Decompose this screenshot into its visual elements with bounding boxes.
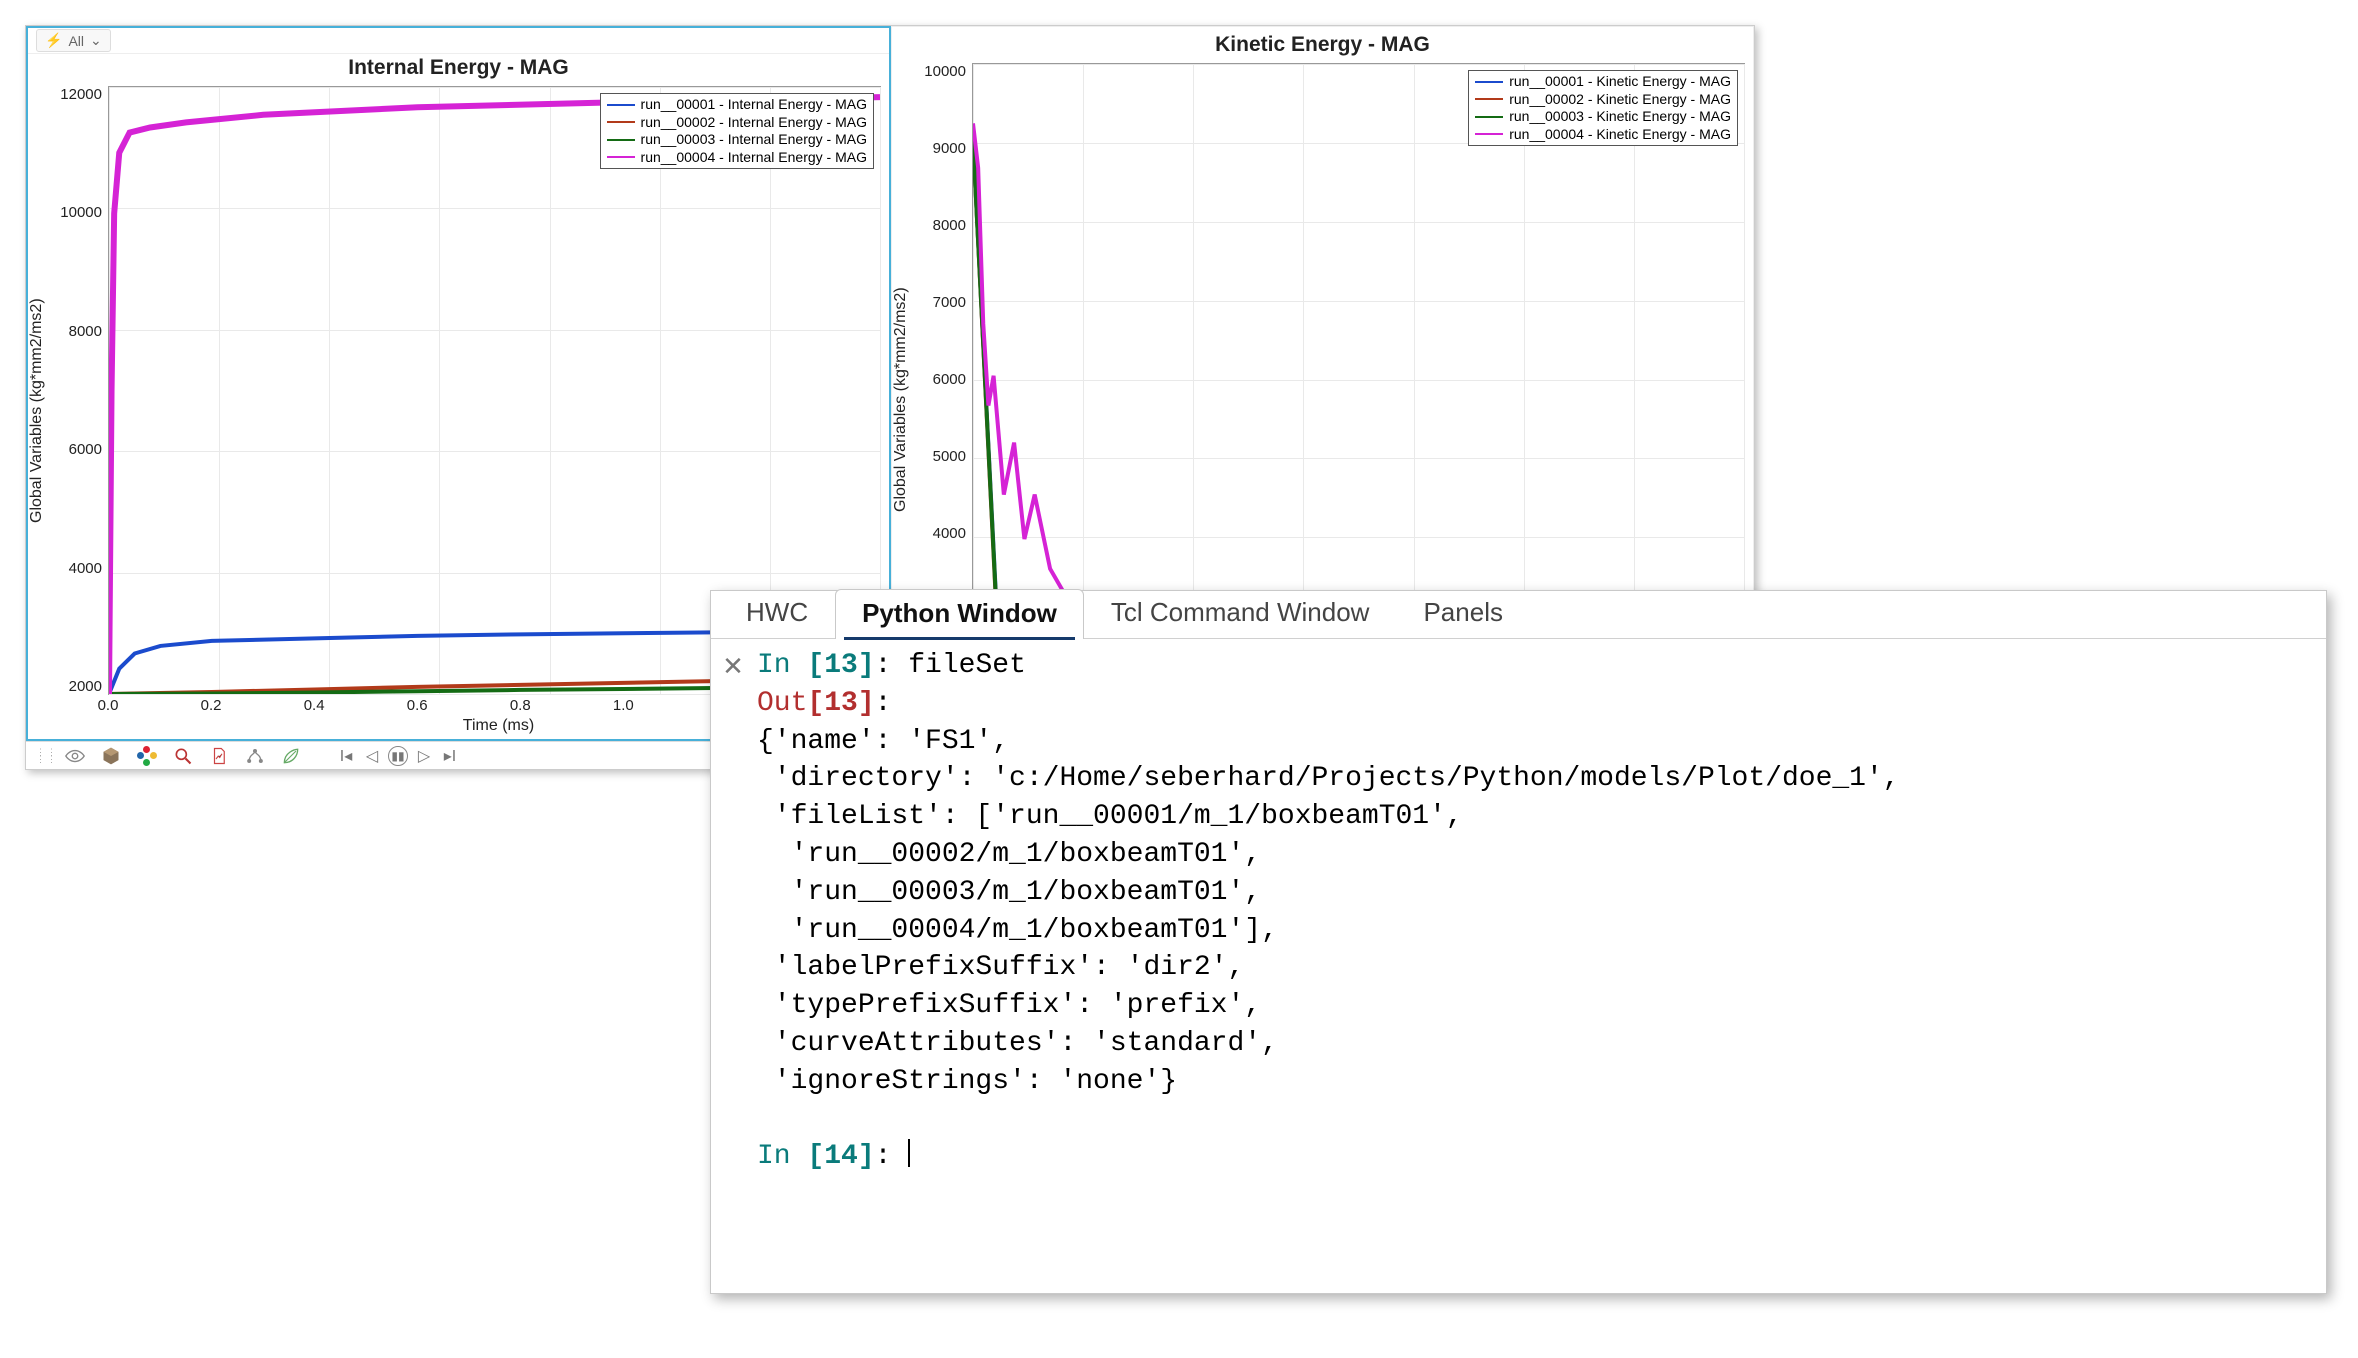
lightning-icon: ⚡ bbox=[45, 32, 62, 49]
legend: run__00001 - Internal Energy - MAGrun__0… bbox=[600, 93, 874, 169]
leaf-icon[interactable] bbox=[280, 745, 302, 767]
select-all-label: All bbox=[68, 33, 84, 49]
legend-item[interactable]: run__00001 - Kinetic Energy - MAG bbox=[1475, 73, 1731, 91]
chart-selector-bar: ⚡ All ⌄ bbox=[28, 28, 889, 54]
chevron-down-icon: ⌄ bbox=[90, 32, 102, 49]
cube-icon[interactable] bbox=[100, 745, 122, 767]
next-frame-button[interactable]: ▷ bbox=[414, 746, 434, 766]
legend-item[interactable]: run__00002 - Kinetic Energy - MAG bbox=[1475, 91, 1731, 109]
legend: run__00001 - Kinetic Energy - MAGrun__00… bbox=[1468, 70, 1738, 146]
branch-icon[interactable] bbox=[244, 745, 266, 767]
tab-hwc[interactable]: HWC bbox=[719, 588, 835, 638]
tab-python-window[interactable]: Python Window bbox=[835, 589, 1084, 639]
console-window: HWC Python Window Tcl Command Window Pan… bbox=[710, 590, 2327, 1294]
visibility-icon[interactable] bbox=[64, 745, 86, 767]
prev-frame-button[interactable]: ◁ bbox=[362, 746, 382, 766]
y-axis-ticks: 12000100008000600040002000 bbox=[52, 82, 108, 739]
legend-item[interactable]: run__00002 - Internal Energy - MAG bbox=[607, 114, 867, 132]
chart-title: Kinetic Energy - MAG bbox=[892, 31, 1753, 59]
play-pause-button[interactable]: ▮▮ bbox=[388, 746, 408, 766]
y-axis-label: Global Variables (kg*mm2/ms2) bbox=[28, 82, 52, 739]
text-cursor bbox=[908, 1139, 910, 1167]
console-tabs: HWC Python Window Tcl Command Window Pan… bbox=[711, 591, 2326, 639]
legend-item[interactable]: run__00004 - Kinetic Energy - MAG bbox=[1475, 126, 1731, 144]
zoom-icon[interactable] bbox=[172, 745, 194, 767]
legend-item[interactable]: run__00004 - Internal Energy - MAG bbox=[607, 149, 867, 167]
close-icon[interactable]: ✕ bbox=[719, 647, 747, 1283]
color-dots-icon[interactable] bbox=[136, 745, 158, 767]
drag-handle-icon[interactable]: ⋮⋮⋮⋮ bbox=[36, 749, 50, 763]
last-frame-button[interactable]: ▸I bbox=[440, 746, 460, 766]
python-console-output[interactable]: In [13]: fileSet Out[13]: {'name': 'FS1'… bbox=[757, 647, 2318, 1283]
first-frame-button[interactable]: I◂ bbox=[336, 746, 356, 766]
chart-title: Internal Energy - MAG bbox=[28, 54, 889, 82]
tab-panels[interactable]: Panels bbox=[1396, 588, 1530, 638]
select-all-dropdown[interactable]: ⚡ All ⌄ bbox=[36, 29, 111, 52]
page-icon[interactable] bbox=[208, 745, 230, 767]
tab-tcl-command-window[interactable]: Tcl Command Window bbox=[1084, 588, 1397, 638]
legend-item[interactable]: run__00003 - Internal Energy - MAG bbox=[607, 131, 867, 149]
legend-item[interactable]: run__00001 - Internal Energy - MAG bbox=[607, 96, 867, 114]
legend-item[interactable]: run__00003 - Kinetic Energy - MAG bbox=[1475, 108, 1731, 126]
playback-controls: I◂ ◁ ▮▮ ▷ ▸I bbox=[336, 746, 460, 766]
